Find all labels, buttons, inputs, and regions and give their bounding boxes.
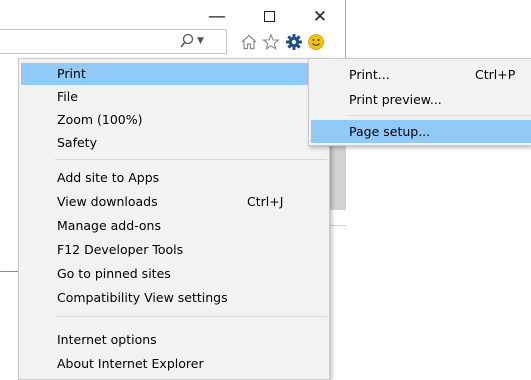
- maximize-icon: [263, 10, 275, 22]
- submenu-item-label: Print...: [349, 67, 390, 82]
- feedback-smiley-icon[interactable]: [307, 33, 325, 51]
- submenu-item-print[interactable]: Print... Ctrl+P: [311, 63, 531, 86]
- menu-item-label: Zoom (100%): [57, 112, 143, 127]
- menu-item-safety[interactable]: Safety ›: [21, 132, 327, 154]
- menu-item-label: Go to pinned sites: [57, 266, 171, 281]
- menu-item-file[interactable]: File ›: [21, 86, 327, 108]
- menu-item-about-internet-explorer[interactable]: About Internet Explorer: [21, 353, 327, 375]
- close-button[interactable]: ✕: [303, 6, 337, 28]
- menu-item-shortcut: Ctrl+J: [247, 194, 284, 209]
- menu-item-label: Print: [57, 66, 86, 81]
- window-frame-edge: [345, 0, 346, 60]
- page-divider: [0, 271, 20, 272]
- maximize-button[interactable]: [252, 6, 286, 28]
- submenu-item-print-preview[interactable]: Print preview...: [311, 88, 531, 111]
- menu-separator: [55, 159, 327, 160]
- menu-item-f12-developer-tools[interactable]: F12 Developer Tools: [21, 239, 327, 261]
- menu-item-compatibility-view-settings[interactable]: Compatibility View settings: [21, 287, 327, 309]
- menu-item-zoom[interactable]: Zoom (100%) ›: [21, 109, 327, 131]
- page-scrollbar[interactable]: [329, 140, 346, 210]
- menu-item-label: File: [57, 89, 78, 104]
- menu-item-manage-add-ons[interactable]: Manage add-ons: [21, 215, 327, 237]
- menu-item-print[interactable]: Print ›: [21, 63, 327, 85]
- submenu-item-label: Print preview...: [349, 92, 442, 107]
- menu-item-add-site-to-apps[interactable]: Add site to Apps: [21, 167, 327, 189]
- menu-item-internet-options[interactable]: Internet options: [21, 329, 327, 351]
- tools-menu: Print › File › Zoom (100%) › Safety › Ad…: [18, 58, 330, 380]
- print-submenu: Print... Ctrl+P Print preview... Page se…: [308, 58, 531, 146]
- search-icon[interactable]: [180, 32, 194, 50]
- menu-item-label: Safety: [57, 135, 97, 150]
- favorites-star-icon[interactable]: [262, 33, 280, 51]
- minimize-button[interactable]: —: [200, 6, 234, 28]
- submenu-item-page-setup[interactable]: Page setup...: [311, 120, 531, 143]
- menu-item-label: Add site to Apps: [57, 170, 160, 185]
- menu-item-label: View downloads: [57, 194, 158, 209]
- submenu-separator: [347, 115, 531, 116]
- page-divider: [329, 225, 346, 226]
- menu-item-view-downloads[interactable]: View downloads Ctrl+J: [21, 191, 327, 213]
- menu-item-label: About Internet Explorer: [57, 356, 204, 371]
- menu-separator: [55, 316, 327, 317]
- search-dropdown-icon[interactable]: ▼: [197, 33, 204, 49]
- submenu-item-label: Page setup...: [349, 124, 431, 139]
- menu-item-label: Manage add-ons: [57, 218, 161, 233]
- menu-item-go-to-pinned-sites[interactable]: Go to pinned sites: [21, 263, 327, 285]
- menu-item-label: F12 Developer Tools: [57, 242, 184, 257]
- menu-item-label: Compatibility View settings: [57, 290, 228, 305]
- submenu-item-shortcut: Ctrl+P: [475, 67, 516, 82]
- menu-item-label: Internet options: [57, 332, 157, 347]
- home-icon[interactable]: [240, 33, 258, 51]
- tools-gear-icon[interactable]: [285, 33, 303, 51]
